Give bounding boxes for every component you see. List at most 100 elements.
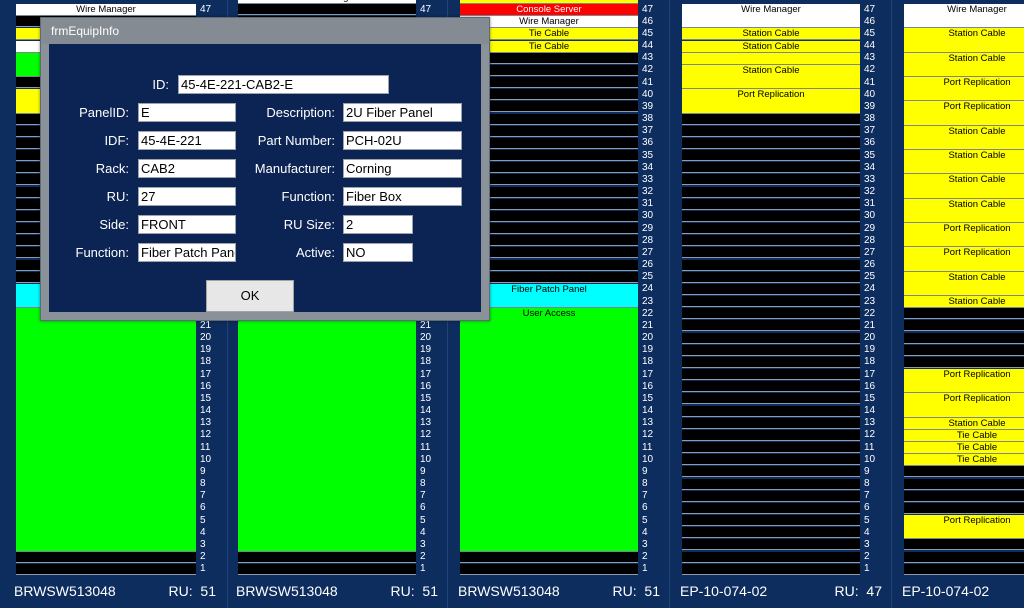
rack-unit-slot[interactable] <box>682 405 860 417</box>
rack-unit-slot[interactable] <box>682 174 860 186</box>
rack-unit-slot[interactable] <box>682 235 860 247</box>
rack-unit-slot[interactable] <box>682 381 860 393</box>
rack-unit-slot[interactable] <box>904 320 1024 332</box>
rack-unit-slot[interactable] <box>904 551 1024 563</box>
device-block[interactable] <box>682 52 860 65</box>
ok-button[interactable]: OK <box>206 280 294 312</box>
rack-unit-slot[interactable] <box>904 356 1024 368</box>
rack-unit-slot[interactable] <box>682 442 860 454</box>
rack-unit-slot[interactable] <box>682 454 860 466</box>
rack-unit-slot[interactable] <box>682 356 860 368</box>
rack-unit-slot[interactable] <box>682 539 860 551</box>
rack-unit-slot[interactable] <box>682 210 860 222</box>
rack-unit-slot[interactable] <box>904 539 1024 551</box>
rack-unit-slot[interactable] <box>904 308 1024 320</box>
rack-unit-slot[interactable] <box>682 417 860 429</box>
device-block[interactable]: Port Replication <box>904 369 1024 394</box>
rack-unit-slot[interactable] <box>682 393 860 405</box>
idf-field[interactable]: 45-4E-221 <box>138 131 236 150</box>
device-block[interactable]: Port Replication <box>904 77 1024 102</box>
device-block[interactable]: Wire Manager <box>904 4 1024 29</box>
side-field[interactable]: FRONT <box>138 215 236 234</box>
device-block[interactable]: Station Cable <box>904 125 1024 151</box>
rack-unit-slot[interactable] <box>682 150 860 162</box>
rack-unit-slot[interactable] <box>682 162 860 174</box>
device-block[interactable]: Station Cable <box>904 198 1024 224</box>
rack-unit-slot[interactable] <box>904 563 1024 575</box>
device-block[interactable]: Wire Manager <box>682 4 860 29</box>
rack-unit-slot[interactable] <box>682 186 860 198</box>
rack-unit-slot[interactable] <box>904 332 1024 344</box>
rack-unit-slot[interactable] <box>682 369 860 381</box>
id-field[interactable]: 45-4E-221-CAB2-E <box>178 75 389 94</box>
device-block[interactable]: Wire Manager <box>16 4 196 17</box>
device-block[interactable]: Port Replication <box>682 89 860 114</box>
device-block[interactable]: Tie Cable <box>904 429 1024 443</box>
device-block[interactable]: Tie Cable <box>904 454 1024 467</box>
rack-unit-slot[interactable] <box>904 344 1024 356</box>
device-block[interactable]: Console Server <box>460 4 638 17</box>
device-block[interactable]: Station Cable <box>682 28 860 41</box>
rack-unit-slot[interactable] <box>904 478 1024 490</box>
function-type-field[interactable]: Fiber Box <box>343 187 462 206</box>
ru-size-field[interactable]: 2 <box>343 215 413 234</box>
device-block[interactable]: Station Cable <box>904 296 1024 309</box>
rack-unit-slot[interactable] <box>682 125 860 137</box>
rack-unit-slot[interactable] <box>682 344 860 356</box>
rack-field[interactable]: CAB2 <box>138 159 236 178</box>
device-block[interactable]: Station Cable <box>904 417 1024 430</box>
rack-unit-slot[interactable] <box>682 259 860 271</box>
part-number-field[interactable]: PCH-02U <box>343 131 462 150</box>
rack-unit-slot[interactable] <box>682 283 860 295</box>
device-block[interactable]: Wire Manager <box>238 0 416 4</box>
rack-unit-slot[interactable] <box>16 551 196 563</box>
device-block[interactable] <box>16 308 196 552</box>
rack-unit-slot[interactable] <box>682 490 860 502</box>
device-block[interactable] <box>238 308 416 552</box>
active-field[interactable]: NO <box>343 243 413 262</box>
device-block[interactable]: Station Cable <box>682 64 860 90</box>
device-block[interactable]: Station Cable <box>904 150 1024 175</box>
rack-unit-slot[interactable] <box>682 466 860 478</box>
device-block[interactable]: Port Replication <box>904 247 1024 272</box>
rack-unit-slot[interactable] <box>238 4 416 15</box>
device-block[interactable]: Port Replication <box>904 393 1024 418</box>
device-block[interactable]: Station Cable <box>904 271 1024 297</box>
rack-unit-slot[interactable] <box>682 332 860 344</box>
device-block[interactable]: Station Cable <box>904 28 1024 53</box>
rack-unit-slot[interactable] <box>682 223 860 235</box>
rack-unit-slot[interactable] <box>682 563 860 575</box>
rack-unit-slot[interactable] <box>238 551 416 563</box>
device-block[interactable]: User Access <box>460 308 638 552</box>
manufacturer-field[interactable]: Corning <box>343 159 462 178</box>
device-block[interactable]: Station Cable <box>904 52 1024 77</box>
rack-unit-slot[interactable] <box>682 478 860 490</box>
rack-unit-slot[interactable] <box>682 515 860 527</box>
device-block[interactable]: Port Replication <box>904 101 1024 126</box>
rack-unit-slot[interactable] <box>682 137 860 149</box>
rack-unit-slot[interactable] <box>682 296 860 308</box>
rack-unit-slot[interactable] <box>904 490 1024 502</box>
device-block[interactable]: Station Cable <box>682 40 860 53</box>
rack-unit-slot[interactable] <box>682 320 860 332</box>
rack-unit-slot[interactable] <box>682 527 860 539</box>
rack-unit-slot[interactable] <box>682 551 860 563</box>
panelid-field[interactable]: E <box>138 103 236 122</box>
rack-unit-slot[interactable] <box>238 563 416 575</box>
description-field[interactable]: 2U Fiber Panel <box>343 103 462 122</box>
function-field[interactable]: Fiber Patch Panel <box>138 243 236 262</box>
device-block[interactable]: Tie Cable <box>904 442 1024 455</box>
rack-unit-slot[interactable] <box>682 198 860 210</box>
ru-field[interactable]: 27 <box>138 187 236 206</box>
rack-unit-slot[interactable] <box>682 113 860 125</box>
rack-unit-slot[interactable] <box>460 551 638 563</box>
rack-unit-slot[interactable] <box>904 502 1024 514</box>
dialog-title[interactable]: frmEquipInfo <box>41 18 489 44</box>
rack-unit-slot[interactable] <box>904 466 1024 478</box>
rack-unit-slot[interactable] <box>682 502 860 514</box>
rack-unit-slot[interactable] <box>682 271 860 283</box>
device-block[interactable]: Station Cable <box>904 174 1024 199</box>
rack-unit-slot[interactable] <box>460 563 638 575</box>
device-block[interactable]: Port Replication <box>904 515 1024 540</box>
rack-unit-slot[interactable] <box>682 308 860 320</box>
